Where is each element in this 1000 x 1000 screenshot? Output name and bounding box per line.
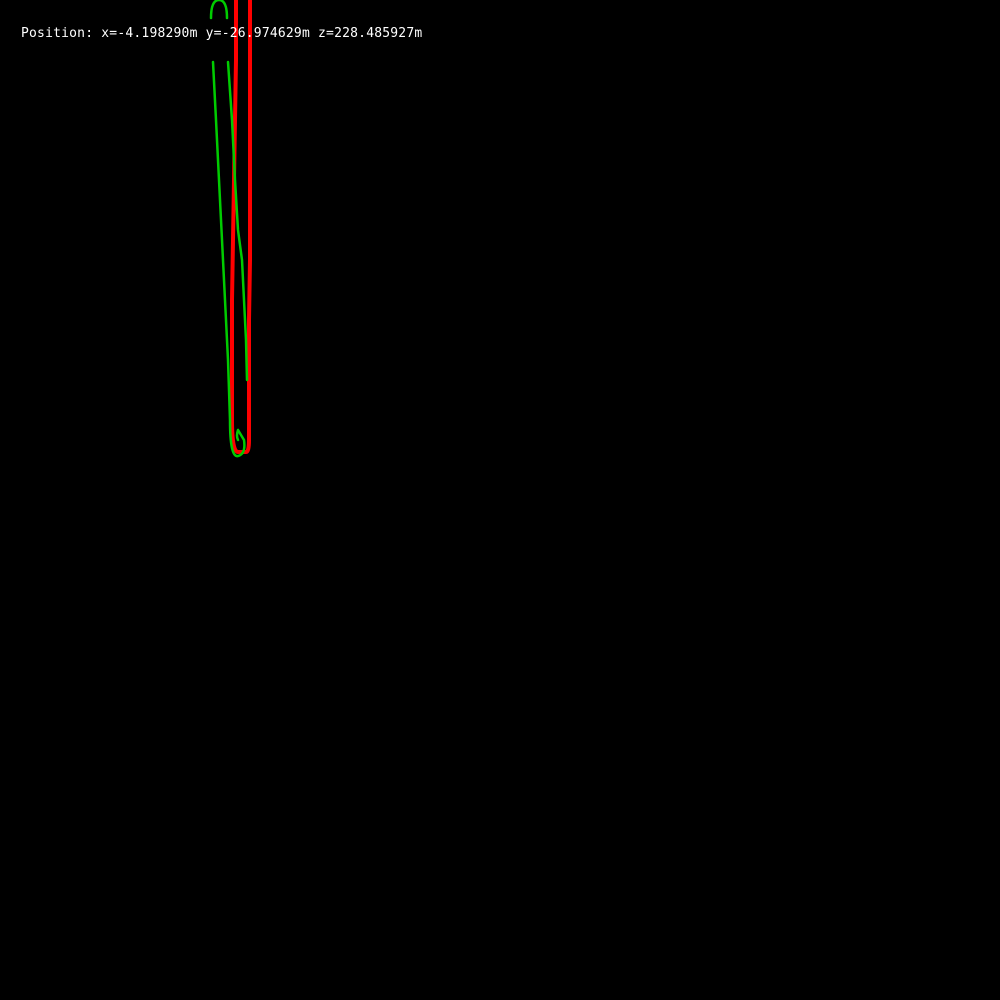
ground-truth-trajectory [230,0,252,454]
estimated-trajectory [211,60,249,458]
estimated-trajectory-top-loop [209,0,229,20]
position-x-value: x=-4.198290m [101,26,198,41]
position-y-value: y=-26.974629m [205,26,310,41]
position-readout: Position: x=-4.198290m y=-26.974629m z=2… [21,26,422,42]
position-z-value: z=228.485927m [318,26,423,41]
position-label: Position: [21,26,94,41]
trajectory-canvas [209,0,252,458]
trajectory-viewport: Position: x=-4.198290m y=-26.974629m z=2… [0,0,1000,1000]
